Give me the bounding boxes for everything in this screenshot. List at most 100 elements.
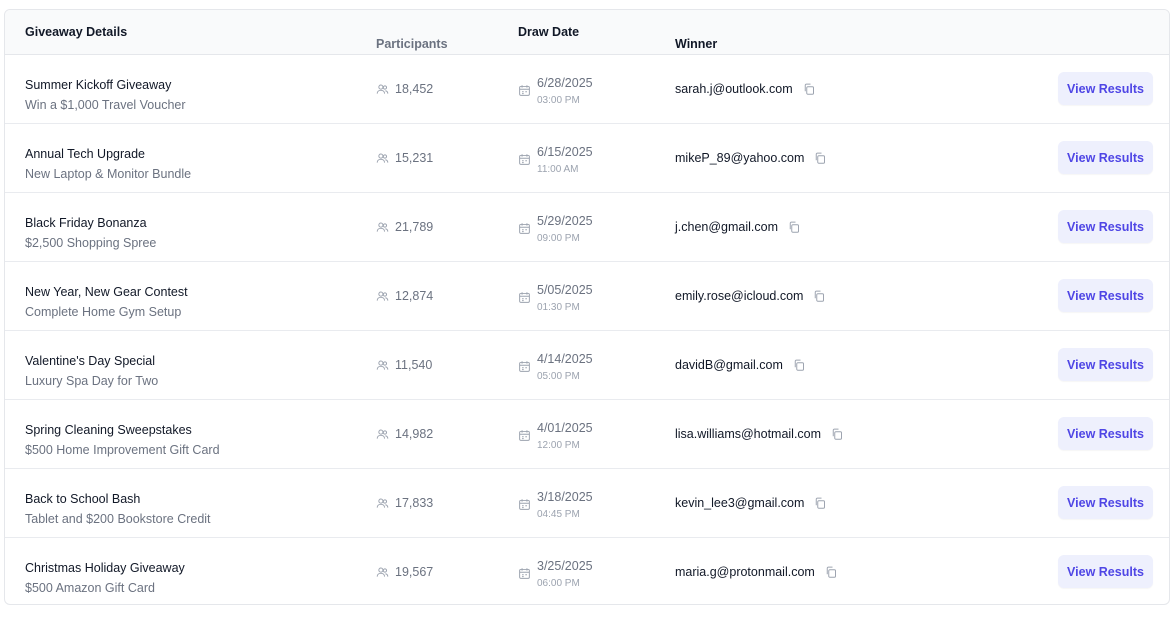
winner-email-value: kevin_lee3@gmail.com xyxy=(675,496,805,510)
winner-email-value: emily.rose@icloud.com xyxy=(675,289,804,303)
participants-count: 11,540 xyxy=(376,358,432,372)
copy-icon[interactable] xyxy=(813,290,825,302)
table-row: New Year, New Gear Contest Complete Home… xyxy=(5,262,1169,331)
draw-date-value: 5/29/2025 xyxy=(537,214,593,228)
draw-time-value: 03:00 PM xyxy=(537,95,580,106)
table-row: Back to School Bash Tablet and $200 Book… xyxy=(5,469,1169,538)
calendar-icon xyxy=(518,360,531,373)
winner-email-value: lisa.williams@hotmail.com xyxy=(675,427,822,441)
draw-date-value: 5/05/2025 xyxy=(537,283,593,297)
participants-count: 19,567 xyxy=(376,565,433,579)
view-results-button[interactable]: View Results xyxy=(1058,279,1153,312)
draw-date-value: 3/25/2025 xyxy=(537,559,593,573)
participants-value: 18,452 xyxy=(395,82,434,96)
view-results-button[interactable]: View Results xyxy=(1058,210,1153,243)
calendar-icon xyxy=(518,498,531,511)
participants-value: 14,982 xyxy=(395,427,434,441)
draw-date-value: 3/18/2025 xyxy=(537,490,593,504)
participants-value: 21,789 xyxy=(395,220,434,234)
participants-value: 17,833 xyxy=(395,496,434,510)
header-winner[interactable]: Winner xyxy=(675,37,717,51)
winner-email-value: j.chen@gmail.com xyxy=(675,220,779,234)
participants-count: 18,452 xyxy=(376,82,433,96)
giveaway-prize: Tablet and $200 Bookstore Credit xyxy=(25,512,211,526)
giveaway-prize: $500 Home Improvement Gift Card xyxy=(25,443,220,457)
users-icon xyxy=(376,221,389,234)
giveaway-prize: New Laptop & Monitor Bundle xyxy=(25,167,192,181)
calendar-icon xyxy=(518,84,531,97)
calendar-icon xyxy=(518,153,531,166)
giveaway-title: New Year, New Gear Contest xyxy=(25,285,188,299)
table-row: Christmas Holiday Giveaway $500 Amazon G… xyxy=(5,538,1169,604)
copy-icon[interactable] xyxy=(814,497,826,509)
users-icon xyxy=(376,359,389,372)
view-results-button[interactable]: View Results xyxy=(1058,348,1153,381)
winner-email: lisa.williams@hotmail.com xyxy=(675,427,843,441)
winner-email-value: sarah.j@outlook.com xyxy=(675,82,793,96)
users-icon xyxy=(376,566,389,579)
participants-value: 11,540 xyxy=(395,358,433,372)
participants-count: 15,231 xyxy=(376,151,433,165)
winner-email-value: mikeP_89@yahoo.com xyxy=(675,151,805,165)
view-results-button[interactable]: View Results xyxy=(1058,417,1153,450)
users-icon xyxy=(376,497,389,510)
copy-icon[interactable] xyxy=(793,359,805,371)
header-details[interactable]: Giveaway Details xyxy=(25,25,127,39)
draw-time-value: 09:00 PM xyxy=(537,233,580,244)
giveaway-title: Christmas Holiday Giveaway xyxy=(25,561,185,575)
draw-time-value: 01:30 PM xyxy=(537,302,580,313)
table-row: Spring Cleaning Sweepstakes $500 Home Im… xyxy=(5,400,1169,469)
table-body: Summer Kickoff Giveaway Win a $1,000 Tra… xyxy=(5,55,1169,604)
draw-date-value: 4/01/2025 xyxy=(537,421,593,435)
draw-date-value: 6/28/2025 xyxy=(537,76,593,90)
winner-email: maria.g@protonmail.com xyxy=(675,565,837,579)
giveaway-title: Spring Cleaning Sweepstakes xyxy=(25,423,192,437)
view-results-button[interactable]: View Results xyxy=(1058,72,1153,105)
calendar-icon xyxy=(518,429,531,442)
header-draw-date[interactable]: Draw Date xyxy=(518,25,579,39)
draw-time-value: 12:00 PM xyxy=(537,440,580,451)
draw-time-value: 06:00 PM xyxy=(537,578,580,589)
participants-count: 12,874 xyxy=(376,289,433,303)
giveaway-title: Valentine's Day Special xyxy=(25,354,156,368)
giveaway-title: Black Friday Bonanza xyxy=(25,216,147,230)
copy-icon[interactable] xyxy=(788,221,800,233)
users-icon xyxy=(376,290,389,303)
table-row: Black Friday Bonanza $2,500 Shopping Spr… xyxy=(5,193,1169,262)
giveaway-prize: Luxury Spa Day for Two xyxy=(25,374,159,388)
draw-date-value: 4/14/2025 xyxy=(537,352,593,366)
calendar-icon xyxy=(518,567,531,580)
winner-email: davidB@gmail.com xyxy=(675,358,805,372)
copy-icon[interactable] xyxy=(825,566,837,578)
view-results-button[interactable]: View Results xyxy=(1058,555,1153,588)
draw-time-value: 04:45 PM xyxy=(537,509,580,520)
participants-value: 15,231 xyxy=(395,151,434,165)
winner-email-value: maria.g@protonmail.com xyxy=(675,565,815,579)
giveaway-prize: Complete Home Gym Setup xyxy=(25,305,182,319)
winner-email-value: davidB@gmail.com xyxy=(675,358,783,372)
giveaway-title: Summer Kickoff Giveaway xyxy=(25,78,172,92)
table-header: Giveaway Details Participants Draw Date … xyxy=(5,10,1169,55)
participants-count: 14,982 xyxy=(376,427,433,441)
participants-count: 21,789 xyxy=(376,220,433,234)
copy-icon[interactable] xyxy=(803,83,815,95)
draw-time-value: 11:00 AM xyxy=(537,164,579,175)
table-row: Annual Tech Upgrade New Laptop & Monitor… xyxy=(5,124,1169,193)
view-results-button[interactable]: View Results xyxy=(1058,486,1153,519)
copy-icon[interactable] xyxy=(814,152,826,164)
draw-date-value: 6/15/2025 xyxy=(537,145,593,159)
copy-icon[interactable] xyxy=(831,428,843,440)
users-icon xyxy=(376,428,389,441)
giveaways-table: Giveaway Details Participants Draw Date … xyxy=(4,9,1170,605)
participants-count: 17,833 xyxy=(376,496,433,510)
calendar-icon xyxy=(518,291,531,304)
giveaway-prize: $2,500 Shopping Spree xyxy=(25,236,157,250)
participants-value: 19,567 xyxy=(395,565,434,579)
giveaway-title: Back to School Bash xyxy=(25,492,141,506)
winner-email: kevin_lee3@gmail.com xyxy=(675,496,826,510)
giveaway-title: Annual Tech Upgrade xyxy=(25,147,145,161)
view-results-button[interactable]: View Results xyxy=(1058,141,1153,174)
winner-email: sarah.j@outlook.com xyxy=(675,82,815,96)
header-participants[interactable]: Participants xyxy=(376,37,448,51)
users-icon xyxy=(376,83,389,96)
